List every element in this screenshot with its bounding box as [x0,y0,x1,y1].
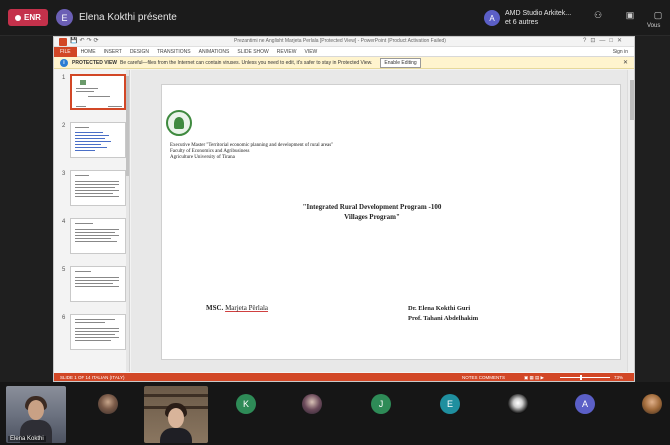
ppt-window-title: Prezantimi ne Anglisht Marjeta Perlala [… [234,38,446,44]
group-name-line2: et 6 autres [505,19,539,26]
slide-thumbnail-3[interactable]: 3 [54,169,130,209]
thumbnail-scrollbar[interactable] [126,70,129,372]
slide-scrollbar[interactable] [627,70,634,372]
participant-strip: Elena Kokthi K J E A [0,382,670,445]
supervisors: Dr. Elena Kokthi Guri Prof. Tahani Abdel… [408,304,478,324]
participant-avatar-photo-4[interactable] [642,394,662,414]
tab-slide-show[interactable]: SLIDE SHOW [233,47,272,57]
protected-view-bar: i PROTECTED VIEW Be careful—files from t… [54,57,634,69]
protected-view-message: Be careful—files from the Internet can c… [120,59,373,66]
window-controls[interactable]: ?⊡—□✕ [583,37,626,44]
zoom-slider[interactable] [560,377,610,378]
slide-editing-area: Executive Master "Territorial economic p… [131,70,634,372]
ribbon-tabs: FILE HOME INSERT DESIGN TRANSITIONS ANIM… [54,46,634,57]
sign-in-link[interactable]: Sign in [613,47,628,57]
participant-avatar-a[interactable]: A [575,394,595,414]
record-label: ENR [24,13,41,22]
slide-thumbnail-panel: 1 2 3 4 5 6 [54,70,130,372]
current-slide[interactable]: Executive Master "Territorial economic p… [161,84,621,360]
group-participants[interactable]: AMD Studio Arkitek... et 6 autres [505,9,571,27]
tab-view[interactable]: VIEW [301,47,322,57]
author-line: MSC. Marjeta Përlala [206,304,268,312]
supervisor-2: Prof. Tahani Abdelhakim [408,315,479,322]
slide-number: 4 [62,219,66,225]
slide-thumbnail-1[interactable]: 1 [54,73,130,113]
tab-file[interactable]: FILE [54,46,77,57]
presenter-status: Elena Kokthi présente [79,12,177,23]
thumbnail-image [70,314,126,350]
ppt-status-bar: SLIDE 1 OF 14 ITALIAN (ITALY) NOTES COMM… [54,373,634,381]
supervisor-1: Dr. Elena Kokthi Guri [408,305,471,312]
slide-number: 5 [62,267,66,273]
participant-avatar-k[interactable]: K [236,394,256,414]
notes-comments-buttons[interactable]: NOTES COMMENTS [462,373,505,381]
recording-indicator[interactable]: ENR [8,9,48,26]
slide-number: 1 [62,75,66,81]
program-details: Executive Master "Territorial economic p… [170,143,333,161]
screen: ENR E Elena Kokthi présente A AMD Studio… [0,0,670,445]
participant-avatar-photo[interactable] [98,394,118,414]
thumbnail-image [70,74,126,110]
group-name-line1: AMD Studio Arkitek... [505,10,572,17]
tab-animations[interactable]: ANIMATIONS [195,47,234,57]
tab-home[interactable]: HOME [77,47,100,57]
tab-insert[interactable]: INSERT [100,47,126,57]
university-logo [166,110,192,136]
slide-thumbnail-4[interactable]: 4 [54,217,130,257]
self-video-tile[interactable]: Elena Kokthi [6,386,66,443]
meeting-top-bar: ENR E Elena Kokthi présente A AMD Studio… [0,0,670,36]
presenter-avatar: E [56,9,73,26]
protected-view-title: PROTECTED VIEW [72,59,118,66]
msc-label: MSC. [206,304,224,312]
participant-avatar-e[interactable]: E [440,394,460,414]
slide-counter: SLIDE 1 OF 14 ITALIAN (ITALY) [60,375,125,380]
participant-avatar-photo-3[interactable] [508,394,528,414]
powerpoint-window: 💾↶↷⟳ Prezantimi ne Anglisht Marjeta Perl… [53,36,635,382]
thumbnail-image [70,266,126,302]
participant-face [168,408,184,428]
author-name: Marjeta Përlala [225,304,269,312]
self-view-label: Vous [647,23,661,29]
share-screen-icon[interactable]: ▣ [622,10,638,24]
quick-access-toolbar[interactable]: 💾↶↷⟳ [70,37,101,44]
zoom-level[interactable]: 73% [614,373,623,381]
thumbnail-image [70,170,126,206]
tab-design[interactable]: DESIGN [126,47,153,57]
self-name-label: Elena Kokthi [8,436,46,442]
slide-number: 2 [62,123,66,129]
title-line-2: Villages Program" [344,213,400,221]
zoom-slider-handle[interactable] [580,375,582,380]
tab-review[interactable]: REVIEW [273,47,301,57]
close-icon[interactable]: ✕ [623,59,628,66]
thumbnail-image [70,218,126,254]
view-buttons[interactable]: ▣ ▦ ▤ ▶ [524,373,544,381]
thumbnail-image [70,122,126,158]
slide-thumbnail-2[interactable]: 2 [54,121,130,161]
powerpoint-logo-icon [59,38,67,46]
participant-avatar-photo-2[interactable] [302,394,322,414]
slide-thumbnail-6[interactable]: 6 [54,313,130,353]
slide-thumbnail-5[interactable]: 5 [54,265,130,305]
people-icon[interactable]: ⚇ [590,10,606,24]
ppt-title-bar: 💾↶↷⟳ Prezantimi ne Anglisht Marjeta Perl… [54,37,634,47]
tab-transitions[interactable]: TRANSITIONS [153,47,195,57]
record-dot-icon [15,14,22,21]
title-line-1: "Integrated Rural Development Program -1… [302,203,442,211]
slide-title: "Integrated Rural Development Program -1… [242,202,502,222]
master-line-3: Agriculture University of Tirana [170,155,235,160]
slide-number: 6 [62,315,66,321]
self-view-icon[interactable]: ▢ [650,10,666,24]
self-video-face [28,400,44,420]
slide-number: 3 [62,171,66,177]
shield-icon: i [60,58,68,67]
group-avatar: A [484,10,500,26]
participant-avatar-j[interactable]: J [371,394,391,414]
enable-editing-button[interactable]: Enable Editing [380,57,421,68]
participant-video-tile[interactable] [144,386,208,443]
